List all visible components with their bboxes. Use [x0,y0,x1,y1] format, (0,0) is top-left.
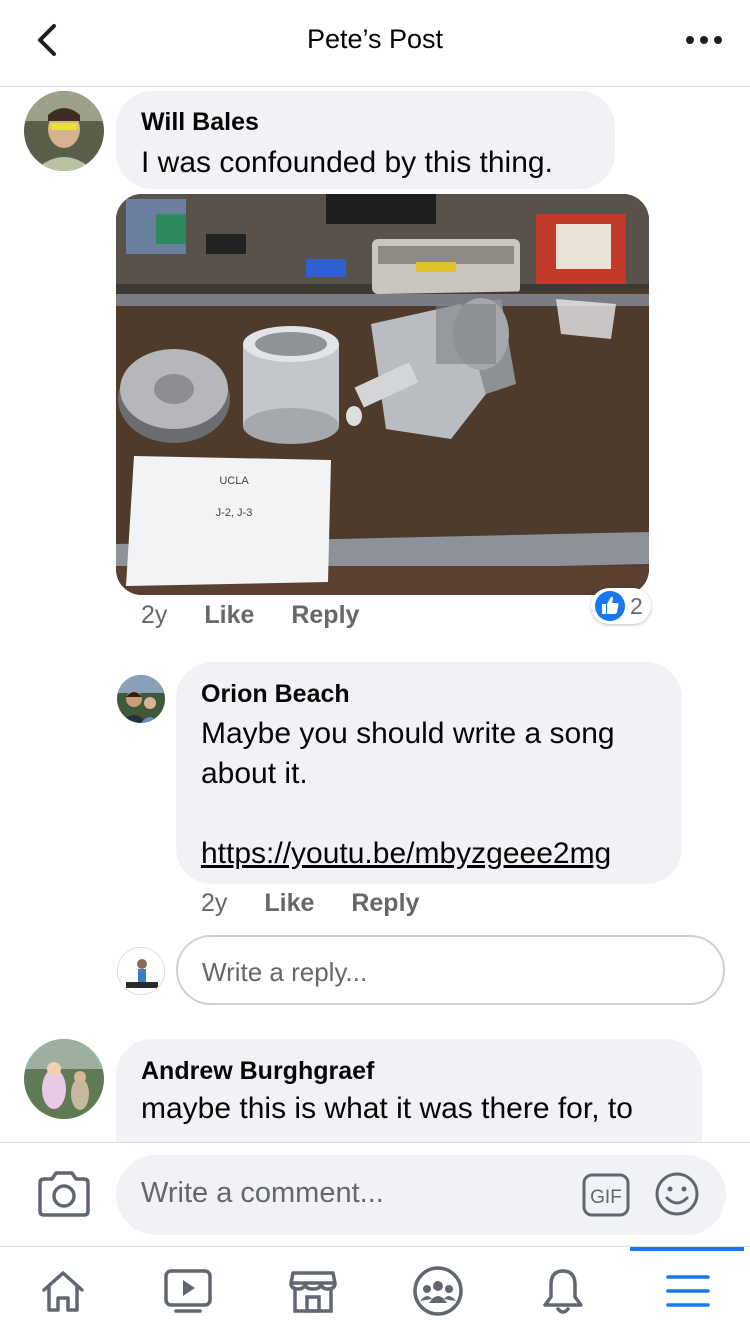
bell-icon [542,1269,583,1314]
like-reaction-icon [595,591,625,621]
comment-author[interactable]: Will Bales [141,108,259,137]
reply-button[interactable]: Reply [291,601,359,629]
comment-actions: 2y Like Reply [141,601,359,630]
comment-link[interactable]: https://youtu.be/mbyzgeee2mg [201,834,611,874]
nav-menu[interactable] [625,1247,750,1334]
reaction-badge[interactable]: 2 [591,588,651,624]
sign-text-2: J-2, J-3 [216,507,253,519]
comment-text: maybe this is what it was there for, to [141,1092,633,1125]
page-title: Pete’s Post [306,24,444,54]
nav-marketplace[interactable] [250,1247,375,1334]
avatar [117,947,165,995]
nav-home[interactable] [0,1247,125,1334]
reply-input[interactable]: Write a reply... [176,935,725,1005]
gif-label: GIF [590,1187,622,1208]
groups-icon [412,1266,463,1316]
menu-icon [665,1275,710,1307]
avatar[interactable] [24,1039,104,1119]
sign-text-1: UCLA [219,475,249,487]
avatar[interactable] [24,91,104,171]
emoji-icon[interactable] [654,1171,700,1217]
comment-bubble[interactable]: Will Bales I was confounded by this thin… [116,91,615,189]
comment-input[interactable]: Write a comment... GIF [116,1155,726,1235]
gif-icon[interactable]: GIF [582,1173,630,1217]
comment-time[interactable]: 2y [141,601,167,629]
marketplace-icon [288,1271,337,1313]
camera-icon[interactable] [36,1169,92,1219]
comment-composer: Write a comment... GIF [0,1142,750,1246]
nav-groups[interactable] [375,1247,500,1334]
reply-button[interactable]: Reply [351,889,419,917]
nav-watch[interactable] [125,1247,250,1334]
comment-actions: 2y Like Reply [201,889,419,918]
comment-author[interactable]: Orion Beach [201,680,350,709]
top-bar: Pete’s Post [0,0,750,87]
comment-author[interactable]: Andrew Burghgraef [141,1057,374,1086]
comment-bubble[interactable]: Andrew Burghgraef maybe this is what it … [116,1039,702,1142]
comments-list: Will Bales I was confounded by this thin… [0,88,750,1142]
like-button[interactable]: Like [204,601,254,629]
avatar[interactable] [117,675,165,723]
like-button[interactable]: Like [264,889,314,917]
comment-placeholder: Write a comment... [141,1177,384,1209]
comment-text-line-1: Maybe you should write a song [201,717,615,750]
video-icon [163,1269,212,1313]
bottom-nav [0,1246,750,1334]
comment-photo[interactable]: UCLA J-2, J-3 [116,194,649,595]
reply-placeholder: Write a reply... [202,957,368,987]
comment-time[interactable]: 2y [201,889,227,917]
home-icon [41,1271,84,1312]
reaction-count: 2 [630,592,643,619]
more-icon[interactable] [684,22,724,58]
nav-notifications[interactable] [500,1247,625,1334]
comment-text: I was confounded by this thing. [141,146,553,179]
comment-text-line-2: about it. [201,757,308,790]
comment-bubble[interactable]: Orion Beach Maybe you should write a son… [176,662,682,884]
